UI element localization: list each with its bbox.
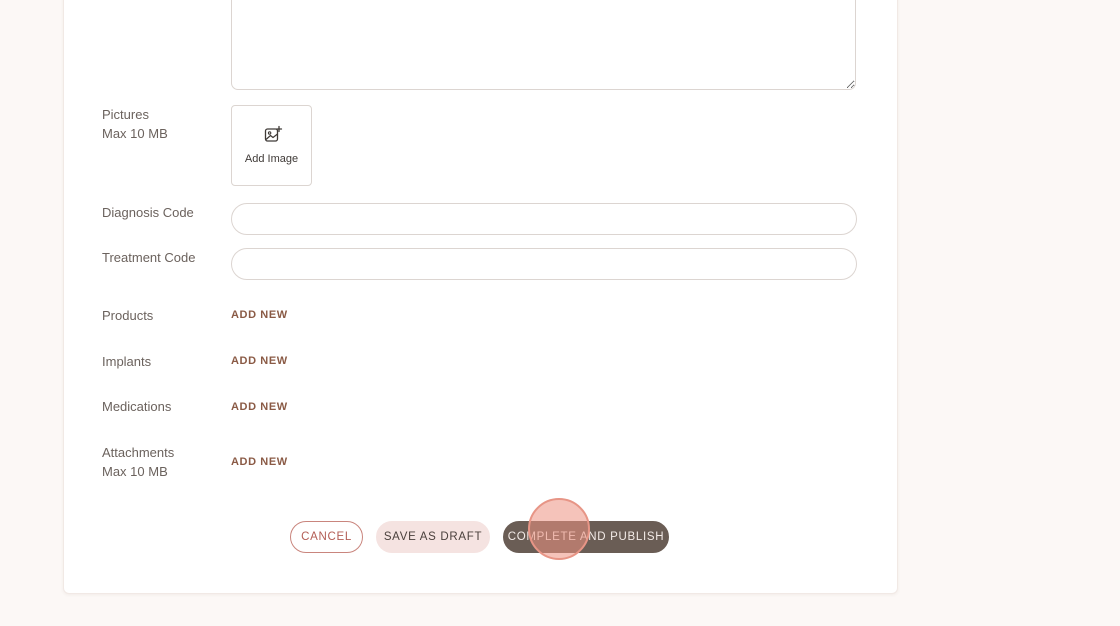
attachments-size-limit: Max 10 MB	[102, 464, 168, 479]
complete-and-publish-button[interactable]: COMPLETE AND PUBLISH	[503, 521, 669, 553]
pictures-label-text: Pictures	[102, 107, 149, 122]
treatment-code-label: Treatment Code	[102, 250, 196, 265]
medications-label: Medications	[102, 399, 172, 414]
diagnosis-code-label: Diagnosis Code	[102, 205, 194, 220]
implants-label: Implants	[102, 354, 152, 369]
image-plus-icon	[264, 125, 283, 142]
add-image-button[interactable]: Add Image	[231, 105, 312, 186]
pictures-size-limit: Max 10 MB	[102, 126, 168, 141]
medications-add-new-link[interactable]: ADD NEW	[231, 401, 288, 413]
diagnosis-code-input[interactable]	[231, 203, 857, 235]
attachments-add-new-link[interactable]: ADD NEW	[231, 456, 288, 468]
attachments-label-text: Attachments	[102, 445, 175, 460]
notes-textarea[interactable]	[231, 0, 856, 90]
attachments-label: Attachments Max 10 MB	[102, 443, 174, 481]
cancel-button[interactable]: CANCEL	[290, 521, 363, 553]
pictures-label: Pictures Max 10 MB	[102, 105, 168, 143]
products-label: Products	[102, 308, 154, 323]
save-as-draft-button[interactable]: SAVE AS DRAFT	[376, 521, 490, 553]
add-image-label: Add Image	[244, 153, 299, 165]
products-add-new-link[interactable]: ADD NEW	[231, 309, 288, 321]
treatment-code-input[interactable]	[231, 248, 857, 280]
implants-add-new-link[interactable]: ADD NEW	[231, 355, 288, 367]
